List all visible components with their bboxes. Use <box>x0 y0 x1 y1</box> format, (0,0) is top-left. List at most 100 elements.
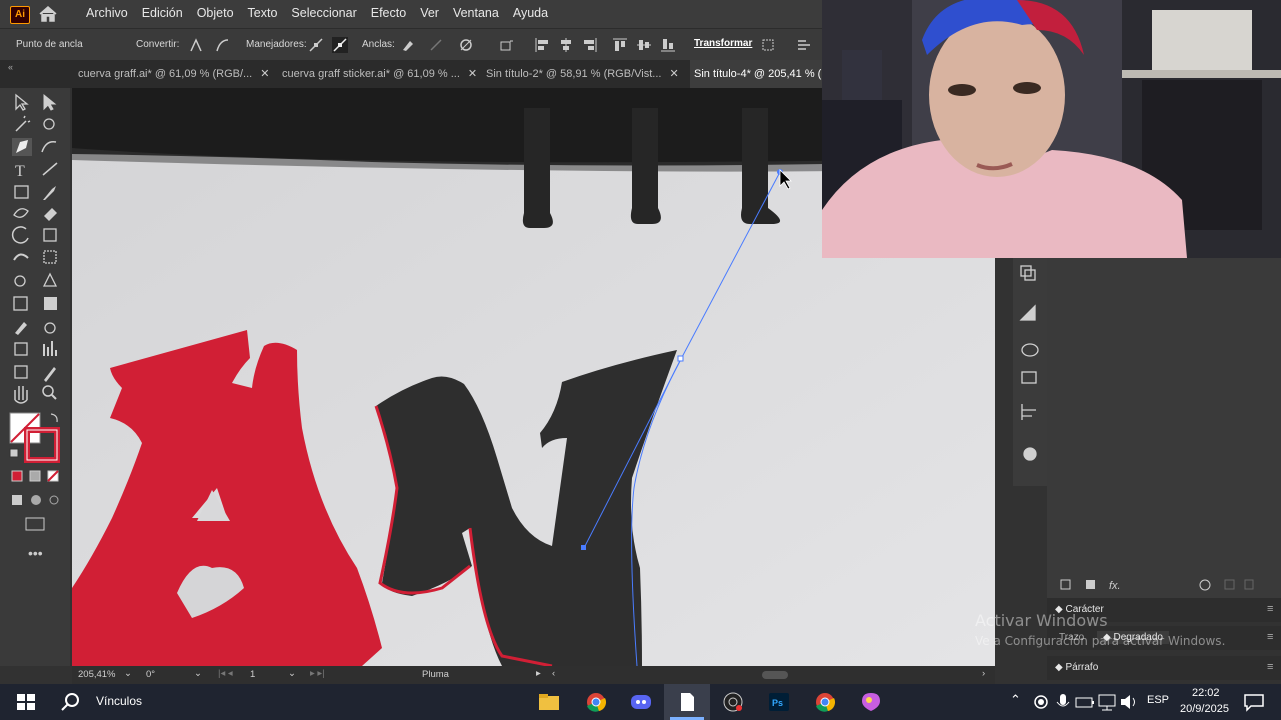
transform-button[interactable]: Transformar <box>694 38 752 49</box>
tab-sin-titulo-4[interactable]: Sin título-4* @ 205,41 % ( <box>690 60 826 88</box>
horizontal-scroll-thumb[interactable] <box>762 671 788 679</box>
paint-app-icon[interactable] <box>860 692 882 712</box>
microphone-icon[interactable] <box>1052 692 1074 712</box>
taskbar-search-label[interactable]: Vínculos <box>96 694 142 708</box>
draw-inside-icon <box>49 495 59 505</box>
shape-builder-tool-icon <box>14 275 26 287</box>
align-bottom-icon[interactable] <box>660 37 676 53</box>
home-icon[interactable] <box>38 5 58 23</box>
file-explorer-icon[interactable] <box>538 692 560 712</box>
chevron-down-icon[interactable]: ⌄ <box>288 668 296 679</box>
tab-cuerva-graff[interactable]: cuerva graff.ai* @ 61,09 % (RGB/... ✕ <box>78 60 276 88</box>
align-left-icon[interactable] <box>534 37 550 53</box>
symbol-sprayer-tool-icon <box>14 342 28 356</box>
activation-watermark-title: Activar Windows <box>975 611 1108 630</box>
lasso-tool-icon <box>43 118 55 130</box>
type-tool-icon: T <box>15 163 25 180</box>
layers-panel-icon <box>1020 265 1032 277</box>
transparency-panel-icon <box>1019 304 1036 321</box>
scroll-left-icon[interactable]: ‹ <box>552 668 555 679</box>
panel-menu-icon[interactable]: ≡ <box>1267 661 1273 673</box>
color-guide-icon <box>1021 343 1039 357</box>
tools-panel: T ••• <box>0 88 70 666</box>
menu-efecto[interactable]: Efecto <box>371 0 413 28</box>
align-middle-icon[interactable] <box>636 37 652 53</box>
volume-icon[interactable] <box>1118 692 1140 712</box>
scroll-right-icon[interactable]: › <box>982 668 985 679</box>
menu-ventana[interactable]: Ventana <box>453 0 506 28</box>
direct-selection-tool-icon <box>43 93 57 111</box>
cut-path-icon[interactable] <box>458 37 474 53</box>
battery-icon[interactable] <box>1074 692 1096 712</box>
more-tools-icon[interactable]: ••• <box>28 545 43 558</box>
illustrator-logo: Ai <box>10 6 30 24</box>
align-right-icon[interactable] <box>582 37 598 53</box>
collapse-toolbar-icon[interactable]: « <box>8 62 13 72</box>
next-artboard-icon[interactable]: ▸ ▸| <box>310 668 325 679</box>
obs-icon[interactable] <box>722 692 744 712</box>
new-icon <box>1224 579 1235 590</box>
curvature-tool-icon <box>41 140 57 153</box>
isolate-icon[interactable] <box>760 37 776 53</box>
show-handles-icon[interactable] <box>308 37 324 53</box>
menu-texto[interactable]: Texto <box>248 0 285 28</box>
clock-date[interactable]: 20/9/2025 <box>1180 703 1229 715</box>
first-artboard-icon[interactable]: |◂ ◂ <box>218 668 233 679</box>
menu-seleccionar[interactable]: Seleccionar <box>291 0 363 28</box>
tab-cuerva-graff-sticker[interactable]: cuerva graff sticker.ai* @ 61,09 % ... ✕ <box>282 60 478 88</box>
remove-anchor-icon[interactable] <box>400 37 416 53</box>
align-center-icon[interactable] <box>558 37 574 53</box>
language-indicator[interactable]: ESP <box>1147 694 1169 706</box>
photoshop-icon[interactable]: Ps <box>768 692 790 712</box>
menu-archivo[interactable]: Archivo <box>86 0 135 28</box>
screen-mode-icon[interactable] <box>25 517 45 531</box>
notifications-icon[interactable] <box>1243 692 1265 712</box>
chevron-up-icon[interactable]: ⌃ <box>1010 692 1021 708</box>
shaper-tool-icon <box>13 208 29 218</box>
windows-start-icon[interactable] <box>15 692 37 712</box>
fx-icon: fx. <box>1109 580 1121 592</box>
panel-menu-icon[interactable]: ≡ <box>1267 631 1273 643</box>
chevron-down-icon[interactable]: ⌄ <box>124 668 132 679</box>
search-icon[interactable] <box>60 692 82 712</box>
hide-handles-icon[interactable] <box>332 37 348 53</box>
chevron-down-icon[interactable]: ⌄ <box>194 668 202 679</box>
tab-sin-titulo-2[interactable]: Sin título-2* @ 58,91 % (RGB/Vist... ✕ <box>486 60 684 88</box>
clock-time[interactable]: 22:02 <box>1192 687 1220 699</box>
menu-ver[interactable]: Ver <box>420 0 446 28</box>
menu-edicion[interactable]: Edición <box>142 0 190 28</box>
rotation-value[interactable]: 0° <box>146 669 155 680</box>
panel-icon <box>1086 580 1095 589</box>
webcam-overlay <box>822 0 1281 258</box>
activation-watermark-text: Ve a Configuración para activar Windows. <box>975 634 1226 648</box>
chrome-icon[interactable] <box>585 692 607 712</box>
chrome-icon[interactable] <box>814 692 836 712</box>
menu-ayuda[interactable]: Ayuda <box>513 0 555 28</box>
menu-list: Archivo Edición Objeto Texto Seleccionar… <box>86 0 562 28</box>
convert-corner-icon[interactable] <box>188 37 204 53</box>
zoom-level[interactable]: 205,41% <box>78 669 116 680</box>
status-menu-icon[interactable]: ▸ <box>536 668 541 679</box>
paragraph-panel-header[interactable]: ◆ Párrafo ≡ <box>1047 656 1281 680</box>
document-icon[interactable] <box>676 692 698 712</box>
align-top-icon[interactable] <box>612 37 628 53</box>
close-icon[interactable]: ✕ <box>468 68 477 80</box>
panel-menu-icon[interactable]: ≡ <box>1267 603 1273 615</box>
connect-anchors-icon[interactable] <box>428 37 444 53</box>
record-icon[interactable] <box>1030 692 1052 712</box>
network-icon[interactable] <box>1096 692 1118 712</box>
convert-label: Convertir: <box>136 39 180 50</box>
close-icon[interactable]: ✕ <box>260 68 269 80</box>
menu-objeto[interactable]: Objeto <box>197 0 241 28</box>
convert-smooth-icon[interactable] <box>214 37 230 53</box>
align-to-icon[interactable] <box>498 37 514 53</box>
panel-options-icon[interactable] <box>796 37 812 53</box>
gradient-mode-icon[interactable] <box>29 470 41 482</box>
panel-icon <box>1060 579 1071 590</box>
close-icon[interactable]: ✕ <box>669 68 678 80</box>
live-paint-tool-icon <box>42 272 58 287</box>
artboard-number[interactable]: 1 <box>250 669 255 680</box>
discord-icon[interactable] <box>630 692 652 712</box>
paragraph-tab[interactable]: ◆ Párrafo <box>1055 662 1098 673</box>
color-mode-icon[interactable] <box>11 470 23 482</box>
